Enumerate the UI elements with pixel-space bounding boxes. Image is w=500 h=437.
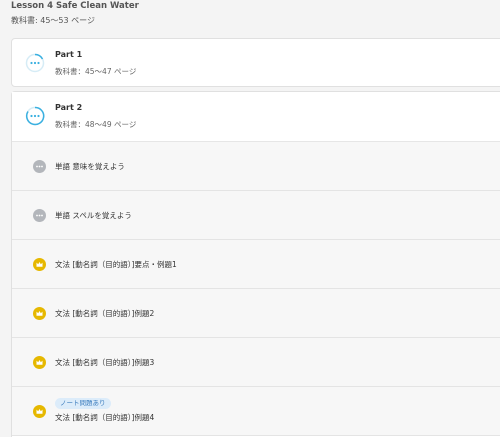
- part-card-1[interactable]: Part 1 教科書：45〜47 ページ: [11, 38, 500, 87]
- part-pages: 教科書：45〜47 ページ: [55, 67, 137, 76]
- lesson-title: Lesson 4 Safe Clean Water: [11, 1, 139, 11]
- item-label: 単語 意味を覚えよう: [55, 162, 125, 171]
- progress-ring-icon: [25, 106, 45, 126]
- list-item[interactable]: 単語 スペルを覚えよう: [12, 191, 500, 240]
- list-item[interactable]: 文法 [動名詞（目的語）]例題2: [12, 289, 500, 338]
- list-item[interactable]: 文法 [動名詞（目的語）]例題3: [12, 338, 500, 387]
- part-name: Part 2: [55, 103, 83, 112]
- part-card-2[interactable]: Part 2 教科書：48〜49 ページ 単語 意味を覚えよう 単語 スペルを覚…: [11, 91, 500, 437]
- part-name: Part 1: [55, 50, 83, 59]
- note-badge: ノート問題あり: [55, 398, 111, 409]
- lesson-pages: 教科書: 45〜53 ページ: [11, 16, 95, 25]
- part-pages: 教科書：48〜49 ページ: [55, 120, 137, 129]
- crown-icon: [33, 307, 46, 320]
- dots-icon: [33, 209, 46, 222]
- crown-icon: [33, 356, 46, 369]
- item-label: 文法 [動名詞（目的語）]例題2: [55, 309, 155, 318]
- list-item[interactable]: 単語 意味を覚えよう: [12, 142, 500, 191]
- crown-icon: [33, 405, 46, 418]
- dots-icon: [33, 160, 46, 173]
- item-label: 単語 スペルを覚えよう: [55, 211, 132, 220]
- lesson-header: Lesson 4 Safe Clean Water 教科書: 45〜53 ページ: [11, 0, 139, 26]
- list-item[interactable]: ノート問題あり 文法 [動名詞（目的語）]例題4: [12, 387, 500, 436]
- crown-icon: [33, 258, 46, 271]
- list-item[interactable]: 文法 [動名詞（目的語）]要点・例題1: [12, 240, 500, 289]
- item-label: 文法 [動名詞（目的語）]要点・例題1: [55, 260, 177, 269]
- part-header[interactable]: Part 2 教科書：48〜49 ページ: [12, 92, 500, 142]
- progress-ring-icon: [25, 53, 45, 73]
- item-label: 文法 [動名詞（目的語）]例題3: [55, 358, 155, 367]
- part-header[interactable]: Part 1 教科書：45〜47 ページ: [12, 39, 500, 88]
- item-label: 文法 [動名詞（目的語）]例題4: [55, 413, 155, 422]
